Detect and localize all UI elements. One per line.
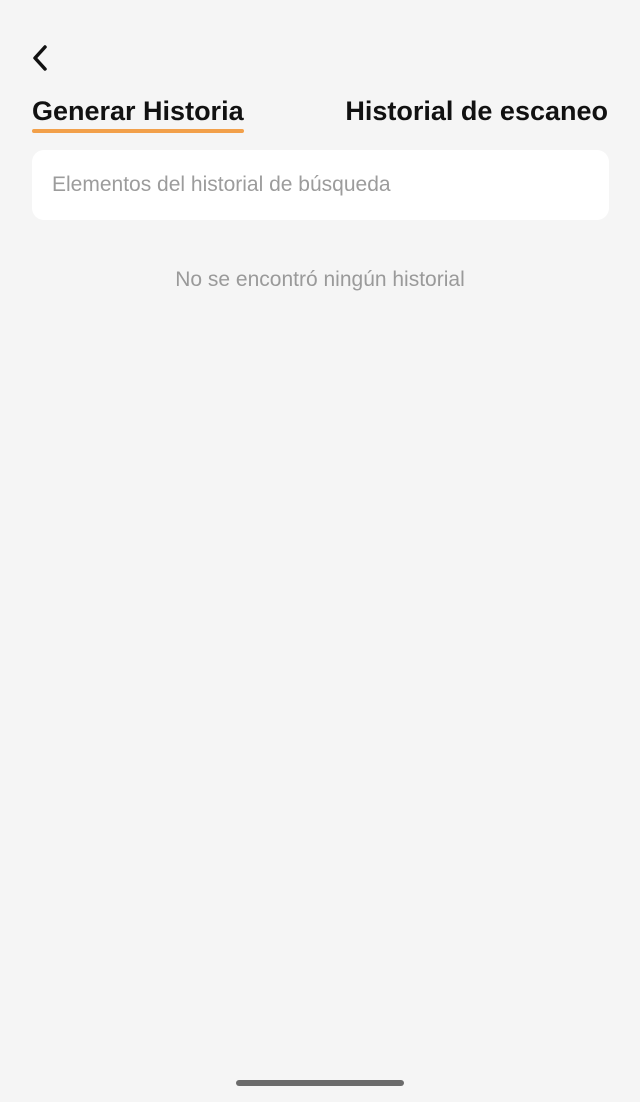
chevron-left-icon <box>30 44 50 77</box>
tab-generar-historia[interactable]: Generar Historia <box>32 94 244 133</box>
home-indicator <box>236 1080 404 1086</box>
tab-bar: Generar Historia Historial de escaneo <box>32 94 608 136</box>
empty-state-message: No se encontró ningún historial <box>175 268 465 291</box>
back-button[interactable] <box>22 40 58 80</box>
search-box <box>32 150 609 220</box>
tab-historial-de-escaneo[interactable]: Historial de escaneo <box>345 94 608 128</box>
search-input[interactable] <box>50 172 591 198</box>
